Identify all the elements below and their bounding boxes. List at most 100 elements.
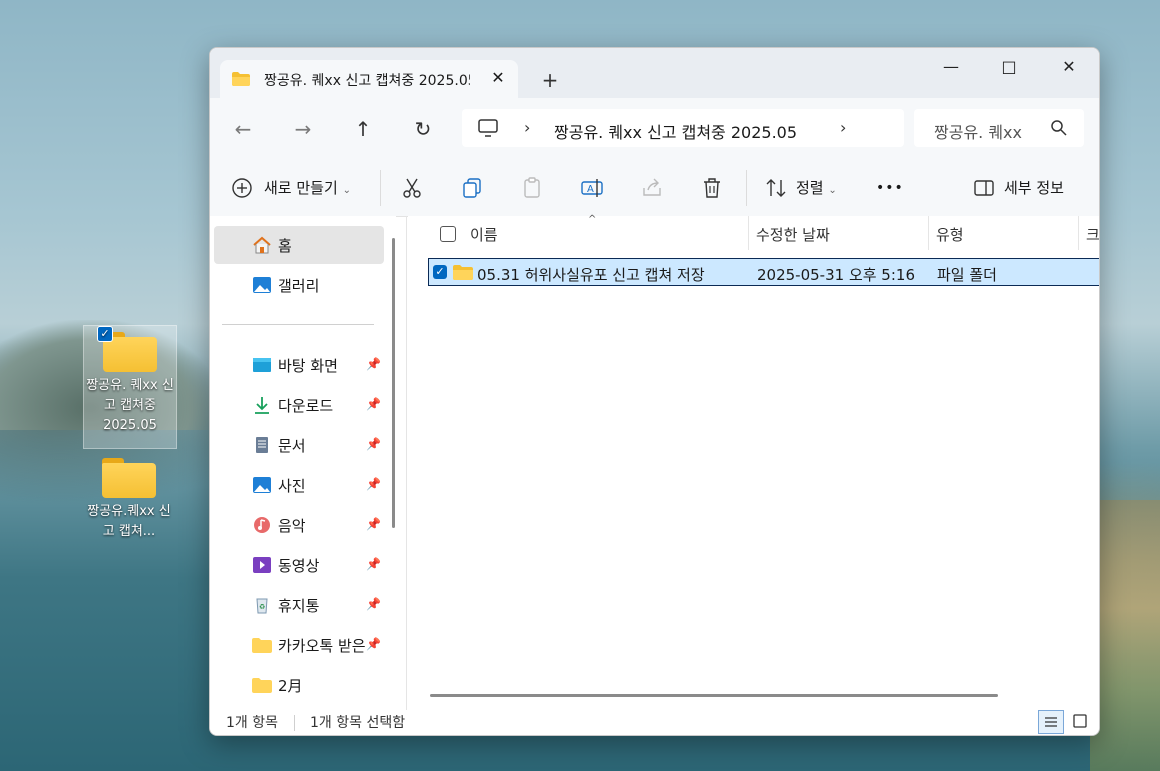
sidebar-item-label: 휴지통: [278, 597, 320, 615]
music-icon: [254, 517, 270, 533]
column-name[interactable]: 이름: [470, 224, 498, 245]
sidebar-item-recycle-bin[interactable]: ♻ 휴지통 📌: [214, 586, 384, 624]
file-explorer-window: 짱공유. 퀘xx 신고 캡쳐중 2025.05 ✕ + — □ ✕ ← → ↑ …: [209, 47, 1100, 736]
pane-splitter[interactable]: [406, 216, 407, 710]
sort-icon[interactable]: [764, 176, 788, 200]
tiles-view-button[interactable]: [1068, 710, 1094, 734]
column-type[interactable]: 유형: [936, 224, 964, 245]
pin-icon[interactable]: 📌: [366, 517, 381, 531]
divider: [380, 170, 381, 206]
recycle-bin-icon: ♻: [256, 598, 268, 614]
back-button[interactable]: ←: [228, 116, 258, 142]
sidebar-item-desktop[interactable]: 바탕 화면 📌: [214, 346, 384, 384]
desktop-folder-label: 짱공유. 퀘xx 신고 캡쳐중 2025.05: [86, 378, 174, 433]
item-count: 1개 항목: [226, 715, 278, 731]
sidebar-item-music[interactable]: 음악 📌: [214, 506, 384, 544]
sidebar-item-documents[interactable]: 문서 📌: [214, 426, 384, 464]
desktop-folder-2[interactable]: 짱공유.퀘xx 신고 캡쳐...: [83, 452, 175, 552]
forward-button[interactable]: →: [288, 116, 318, 142]
sidebar-item-label: 바탕 화면: [278, 357, 338, 375]
sidebar-item-label: 갤러리: [278, 277, 320, 295]
document-icon: [256, 437, 268, 453]
sidebar-item-february[interactable]: 2月: [214, 666, 384, 704]
chevron-right-icon[interactable]: ›: [840, 118, 846, 137]
sidebar-item-label: 카카오톡 받은 파일: [278, 637, 366, 655]
divider: [748, 216, 749, 250]
sidebar-item-videos[interactable]: 동영상 📌: [214, 546, 384, 584]
pin-icon[interactable]: 📌: [366, 357, 381, 371]
file-modified: 2025-05-31 오후 5:16: [757, 266, 915, 284]
search-box[interactable]: 짱공유. 퀘xx: [914, 109, 1084, 147]
navigation-pane: 홈 갤러리 바탕 화면 📌 다운로드 📌 문서 📌 사진 📌 음악 📌 동영상 …: [210, 216, 396, 710]
status-bar: 1개 항목 1개 항목 선택함: [210, 710, 1099, 735]
details-view-button[interactable]: [1038, 710, 1064, 734]
folder-icon: [102, 458, 156, 498]
refresh-button[interactable]: ↻: [408, 116, 438, 142]
details-pane-icon[interactable]: [972, 176, 996, 200]
chevron-down-icon: ⌄: [342, 185, 351, 196]
rename-icon[interactable]: A: [580, 176, 604, 200]
paste-icon: [524, 177, 540, 198]
column-header: ^ 이름 수정한 날짜 유형 크기: [408, 214, 1099, 250]
pictures-icon: [253, 477, 271, 493]
sidebar-item-home[interactable]: 홈: [214, 226, 384, 264]
maximize-button[interactable]: □: [986, 52, 1032, 82]
tab-close-button[interactable]: ✕: [486, 66, 510, 90]
new-button[interactable]: 새로 만들기 ⌄: [264, 175, 351, 201]
more-options-button[interactable]: •••: [876, 175, 904, 201]
pin-icon[interactable]: 📌: [366, 437, 381, 451]
sidebar-item-pictures[interactable]: 사진 📌: [214, 466, 384, 504]
copy-icon[interactable]: [460, 176, 484, 200]
search-icon: [1051, 120, 1067, 136]
divider: [222, 324, 374, 325]
home-icon: [253, 236, 271, 254]
scrollbar[interactable]: [392, 238, 395, 528]
tab-current-folder[interactable]: 짱공유. 퀘xx 신고 캡쳐중 2025.05 ✕: [220, 60, 518, 98]
checkbox-checked-icon[interactable]: ✓: [433, 265, 447, 279]
sort-caret-icon: ^: [588, 214, 597, 225]
sidebar-item-label: 홈: [278, 237, 292, 255]
sort-button-label: 정렬: [796, 179, 824, 197]
pin-icon[interactable]: 📌: [366, 597, 381, 611]
list-view-icon: [1045, 717, 1057, 727]
folder-icon: [232, 72, 250, 86]
column-modified[interactable]: 수정한 날짜: [756, 224, 830, 245]
chevron-right-icon[interactable]: ›: [524, 118, 530, 137]
desktop-folder-1[interactable]: ✓ 짱공유. 퀘xx 신고 캡쳐중 2025.05: [83, 325, 177, 449]
close-button[interactable]: ✕: [1046, 52, 1092, 82]
checkbox-checked-icon[interactable]: ✓: [97, 326, 113, 342]
address-bar[interactable]: › 짱공유. 퀘xx 신고 캡쳐중 2025.05 ›: [462, 109, 904, 147]
pin-icon[interactable]: 📌: [366, 637, 381, 651]
plus-circle-icon[interactable]: [230, 176, 254, 200]
search-input[interactable]: 짱공유. 퀘xx: [934, 119, 1032, 143]
breadcrumb[interactable]: 짱공유. 퀘xx 신고 캡쳐중 2025.05: [554, 119, 797, 143]
sidebar-item-kakaotalk[interactable]: 카카오톡 받은 파일 📌: [214, 626, 384, 664]
chevron-down-icon: ⌄: [828, 185, 837, 196]
file-type: 파일 폴더: [937, 266, 997, 284]
horizontal-scrollbar[interactable]: [430, 694, 998, 697]
pin-icon[interactable]: 📌: [366, 477, 381, 491]
cut-icon[interactable]: [400, 176, 424, 200]
new-tab-button[interactable]: +: [536, 66, 564, 94]
up-button[interactable]: ↑: [348, 116, 378, 142]
divider: [294, 715, 295, 731]
svg-text:♻: ♻: [259, 603, 265, 611]
pin-icon[interactable]: 📌: [366, 397, 381, 411]
minimize-button[interactable]: —: [928, 52, 974, 82]
tiles-view-icon: [1073, 714, 1087, 728]
pin-icon[interactable]: 📌: [366, 557, 381, 571]
selected-count: 1개 항목 선택함: [310, 715, 406, 731]
details-button[interactable]: 세부 정보: [1004, 175, 1064, 201]
divider: [746, 170, 747, 206]
desktop-wallpaper-shore: [1090, 500, 1160, 771]
sort-button[interactable]: 정렬 ⌄: [796, 175, 837, 201]
sidebar-item-downloads[interactable]: 다운로드 📌: [214, 386, 384, 424]
sidebar-item-gallery[interactable]: 갤러리: [214, 266, 384, 304]
table-row[interactable]: ✓ 05.31 허위사실유포 신고 캡쳐 저장 2025-05-31 오후 5:…: [428, 258, 1099, 286]
select-all-checkbox[interactable]: [440, 226, 456, 242]
new-button-label: 새로 만들기: [264, 179, 338, 197]
file-name: 05.31 허위사실유포 신고 캡쳐 저장: [477, 266, 705, 284]
this-pc-icon: [478, 119, 498, 137]
column-size[interactable]: 크기: [1086, 224, 1099, 245]
delete-icon[interactable]: [700, 176, 724, 200]
